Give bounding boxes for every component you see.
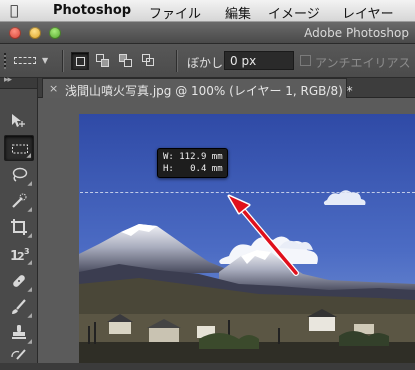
options-bar: ▼ ぼかし : アンチエイリアス [0,44,415,78]
stamp-icon [12,325,26,339]
menu-file[interactable]: ファイル [149,3,201,22]
crop-icon [11,219,27,235]
antialias-label: アンチエイリアス [315,56,411,70]
brush-icon [12,299,26,314]
history-brush-icon [11,349,26,360]
selection-size-tooltip: W: 112.9 mm H: 0.4 mm [157,148,228,178]
menu-edit[interactable]: 編集 [225,3,251,22]
zoom-window-button[interactable] [49,27,61,39]
tools-panel: ▸▸ ◢ ◢ ◢ ◢ 1 2 3 ◢ ◢ ◢ ◢ [0,75,38,363]
document-tab-title: 浅間山噴火写真.jpg @ 100% (レイヤー 1, RGB/8) * [65,84,353,98]
move-tool[interactable] [4,108,34,134]
crop-tool[interactable]: ◢ [4,214,34,240]
separator [176,50,177,72]
document-tabbar: × 浅間山噴火写真.jpg @ 100% (レイヤー 1, RGB/8) * [38,78,415,98]
marquee-guide-line [80,192,415,193]
brush-tool[interactable]: ◢ [4,294,34,320]
new-selection-button[interactable] [71,52,89,70]
quick-selection-tool[interactable]: ◢ [4,188,34,214]
window-title: Adobe Photoshop [304,26,409,40]
minimize-window-button[interactable] [29,27,41,39]
lasso-tool[interactable]: ◢ [4,162,34,188]
options-grip-icon[interactable] [4,53,6,69]
history-brush-tool[interactable] [4,344,34,370]
feather-input[interactable] [224,51,294,70]
tool-preset-picker[interactable]: ▼ [12,52,54,70]
menu-layer[interactable]: レイヤー [342,3,394,22]
tools-panel-header[interactable]: ▸▸ [0,75,37,89]
window-titlebar: Adobe Photoshop [0,22,415,44]
move-icon [12,114,25,127]
photo-canvas[interactable] [79,114,415,363]
lasso-icon [12,167,28,182]
healing-brush-tool[interactable]: ◢ [4,268,34,294]
width-label: W: [163,152,174,162]
height-label: H: [163,164,174,174]
add-to-selection-button[interactable] [94,52,112,70]
bandage-icon [13,275,25,287]
menu-image[interactable]: イメージ [268,3,320,22]
menu-photoshop[interactable]: Photoshop [53,3,131,18]
canvas-area[interactable] [38,98,415,363]
separator [62,50,63,72]
document-tab[interactable]: × 浅間山噴火写真.jpg @ 100% (レイヤー 1, RGB/8) * [42,78,353,98]
height-value: 0.4 mm [190,164,223,174]
marquee-tool[interactable]: ◢ [4,135,34,161]
close-icon[interactable]: × [49,82,58,95]
new-selection-icon [76,57,85,66]
svg-text:3: 3 [24,247,30,256]
width-value: 112.9 mm [179,152,223,162]
rect-marquee-icon [14,57,36,64]
subtract-from-selection-button[interactable] [117,52,135,70]
mountain-photo [79,114,415,363]
ruler-tool[interactable]: 1 2 3 ◢ [4,241,34,267]
antialias-checkbox[interactable] [300,55,311,66]
close-window-button[interactable] [9,27,21,39]
chevron-down-icon: ▼ [42,56,49,65]
intersect-selection-button[interactable] [140,52,158,70]
quick-selection-icon [12,193,27,208]
mac-menubar:  Photoshop ファイル 編集 イメージ レイヤー [0,0,415,22]
apple-icon[interactable]:  [10,3,18,19]
clone-stamp-tool[interactable]: ◢ [4,320,34,346]
